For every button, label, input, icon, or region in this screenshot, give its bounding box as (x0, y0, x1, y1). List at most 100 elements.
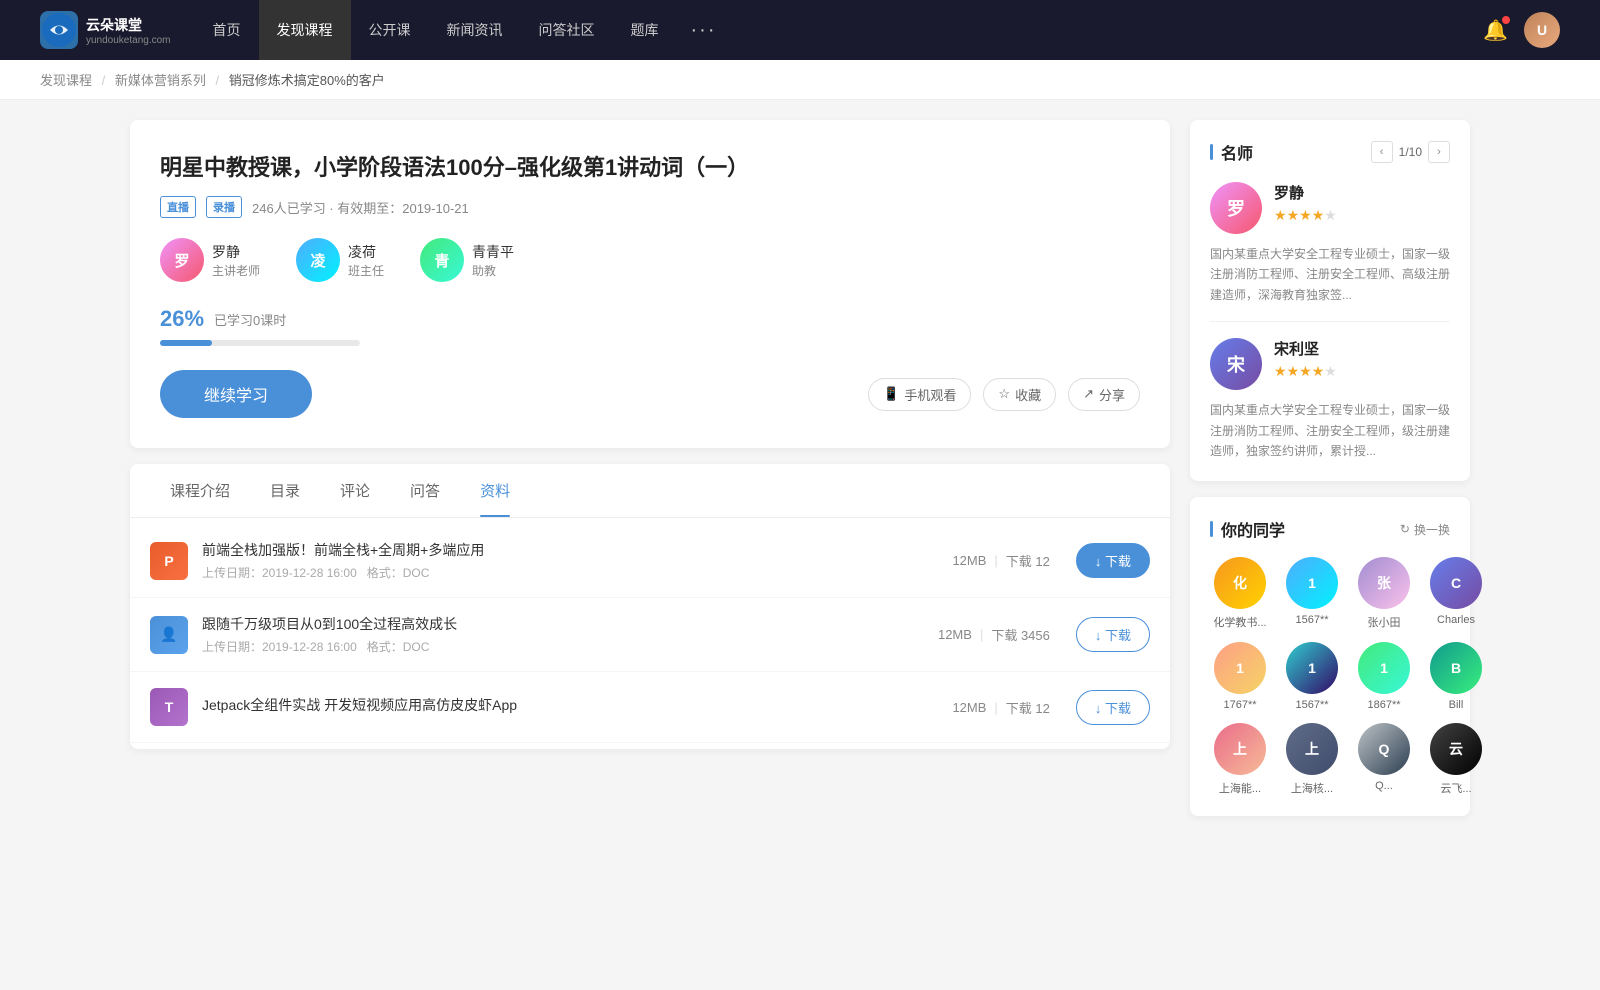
nav-item-4[interactable]: 问答社区 (521, 0, 613, 60)
sidebar-teacher-name-0: 罗静 (1274, 182, 1337, 203)
resource-item-0: P 前端全栈加强版！前端全栈+全周期+多端应用 上传日期：2019-12-28 … (130, 524, 1170, 598)
star-0-2: ★ (1299, 207, 1312, 223)
classmate-avatar-5: 1 (1286, 642, 1338, 694)
collect-label: 收藏 (1015, 385, 1041, 404)
refresh-label: 换一换 (1414, 521, 1450, 538)
teacher-name-1: 凌荷 (348, 242, 384, 262)
user-avatar[interactable]: U (1524, 12, 1560, 48)
sidebar-teacher-stars-0: ★★★★★ (1274, 207, 1337, 224)
sidebar-teacher-1: 宋 宋利坚 ★★★★★ 国内某重点大学安全工程专业硕士，国家一级注册消防工程师、… (1210, 321, 1450, 461)
star-1-0: ★ (1274, 363, 1287, 379)
sidebar-teacher-top-0: 罗 罗静 ★★★★★ (1210, 182, 1450, 234)
classmate-item-4[interactable]: 1 1767** (1210, 642, 1270, 711)
classmate-avatar-6: 1 (1358, 642, 1410, 694)
resource-icon-2: T (150, 688, 188, 726)
breadcrumb-sep-2: / (216, 73, 220, 88)
continue-study-button[interactable]: 继续学习 (160, 370, 312, 418)
tab-item-4[interactable]: 资料 (460, 464, 530, 517)
breadcrumb-link-2[interactable]: 新媒体营销系列 (115, 73, 206, 88)
classmate-item-7[interactable]: B Bill (1426, 642, 1486, 711)
classmate-avatar-7: B (1430, 642, 1482, 694)
resource-stats-2: 12MB | 下载 12 (952, 698, 1049, 717)
classmate-item-11[interactable]: 云 云飞... (1426, 723, 1486, 796)
classmate-name-4: 1767** (1210, 699, 1270, 711)
star-1-1: ★ (1287, 363, 1300, 379)
tab-item-2[interactable]: 评论 (320, 464, 390, 517)
resource-title-2: Jetpack全组件实战 开发短视频应用高仿皮皮虾App (202, 695, 938, 715)
resource-info-2: Jetpack全组件实战 开发短视频应用高仿皮皮虾App (202, 695, 938, 719)
classmate-item-3[interactable]: C Charles (1426, 557, 1486, 630)
mobile-icon: 📱 (883, 386, 899, 402)
logo-icon (40, 11, 78, 49)
teachers-panel-title-text: 名师 (1221, 140, 1253, 164)
classmate-item-9[interactable]: 上 上海核... (1282, 723, 1342, 796)
tabs-header: 课程介绍目录评论问答资料 (130, 464, 1170, 518)
badge-live: 直播 (160, 196, 196, 218)
share-label: 分享 (1099, 385, 1125, 404)
teachers-panel-title: 名师 (1210, 140, 1253, 164)
teachers-page: 1/10 (1399, 145, 1422, 159)
classmates-refresh-btn[interactable]: ↻ 换一换 (1400, 521, 1450, 538)
share-button[interactable]: ↗ 分享 (1068, 378, 1140, 411)
resource-info-1: 跟随千万级项目从0到100全过程高效成长 上传日期：2019-12-28 16:… (202, 614, 924, 655)
classmate-item-6[interactable]: 1 1867** (1354, 642, 1414, 711)
mobile-watch-button[interactable]: 📱 手机观看 (868, 378, 971, 411)
download-button-1[interactable]: ↓ 下载 (1076, 617, 1150, 652)
classmate-name-0: 化学教书... (1210, 614, 1270, 630)
navbar: 云朵课堂 yundouketang.com 首页发现课程公开课新闻资讯问答社区题… (0, 0, 1600, 60)
nav-more[interactable]: ··· (677, 0, 731, 60)
classmate-item-0[interactable]: 化 化学教书... (1210, 557, 1270, 630)
download-button-2[interactable]: ↓ 下载 (1076, 690, 1150, 725)
logo-sub-text: yundouketang.com (86, 35, 171, 46)
classmate-name-9: 上海核... (1282, 780, 1342, 796)
star-0-1: ★ (1287, 207, 1300, 223)
teacher-role-2: 助教 (472, 262, 514, 279)
classmate-name-8: 上海能... (1210, 780, 1270, 796)
classmate-item-2[interactable]: 张 张小田 (1354, 557, 1414, 630)
nav-right: 🔔 U (1483, 12, 1560, 48)
teacher-avatar-1: 凌 (296, 238, 340, 282)
teachers-panel: 名师 ‹ 1/10 › 罗 罗静 ★★★★★ 国内某重点大学安全工程专业硕士，国… (1190, 120, 1470, 481)
classmate-avatar-8: 上 (1214, 723, 1266, 775)
next-button[interactable]: › (1428, 141, 1450, 163)
resource-info-0: 前端全栈加强版！前端全栈+全周期+多端应用 上传日期：2019-12-28 16… (202, 540, 938, 581)
classmate-item-5[interactable]: 1 1567** (1282, 642, 1342, 711)
notification-bell[interactable]: 🔔 (1483, 18, 1508, 43)
classmate-avatar-0: 化 (1214, 557, 1266, 609)
course-meta-text: 246人已学习 · 有效期至：2019-10-21 (252, 198, 469, 217)
nav-item-0[interactable]: 首页 (195, 0, 259, 60)
classmates-panel-title: 你的同学 (1210, 517, 1285, 541)
nav-item-5[interactable]: 题库 (613, 0, 677, 60)
course-title: 明星中教授课，小学阶段语法100分–强化级第1讲动词（一） (160, 150, 1140, 182)
classmates-panel-header: 你的同学 ↻ 换一换 (1210, 517, 1450, 541)
sidebar-teacher-avatar-0: 罗 (1210, 182, 1262, 234)
classmate-name-11: 云飞... (1426, 780, 1486, 796)
title-bar (1210, 144, 1213, 160)
tab-item-3[interactable]: 问答 (390, 464, 460, 517)
teacher-name-0: 罗静 (212, 242, 260, 262)
collect-button[interactable]: ☆ 收藏 (983, 378, 1056, 411)
classmate-avatar-2: 张 (1358, 557, 1410, 609)
classmate-item-1[interactable]: 1 1567** (1282, 557, 1342, 630)
nav-item-3[interactable]: 新闻资讯 (429, 0, 521, 60)
teachers-row: 罗 罗静 主讲老师 凌 凌荷 班主任 青 青青平 助教 (160, 238, 1140, 282)
breadcrumb-link-1[interactable]: 发现课程 (40, 73, 92, 88)
sidebar-teacher-name-1: 宋利坚 (1274, 338, 1337, 359)
classmate-name-2: 张小田 (1354, 614, 1414, 630)
classmate-item-10[interactable]: Q Q... (1354, 723, 1414, 796)
prev-button[interactable]: ‹ (1371, 141, 1393, 163)
logo[interactable]: 云朵课堂 yundouketang.com (40, 11, 171, 49)
resource-title-1: 跟随千万级项目从0到100全过程高效成长 (202, 614, 924, 634)
classmate-item-8[interactable]: 上 上海能... (1210, 723, 1270, 796)
course-actions-row: 继续学习 📱 手机观看 ☆ 收藏 ↗ 分享 (160, 370, 1140, 418)
tab-item-1[interactable]: 目录 (250, 464, 320, 517)
tab-item-0[interactable]: 课程介绍 (150, 464, 250, 517)
nav-item-1[interactable]: 发现课程 (259, 0, 351, 60)
nav-item-2[interactable]: 公开课 (351, 0, 429, 60)
sidebar-teacher-desc-1: 国内某重点大学安全工程专业硕士，国家一级注册消防工程师、注册安全工程师，级注册建… (1210, 400, 1450, 461)
progress-pct: 26% (160, 306, 204, 332)
breadcrumb-current: 销冠修炼术搞定80%的客户 (229, 73, 385, 88)
sidebar-teacher-top-1: 宋 宋利坚 ★★★★★ (1210, 338, 1450, 390)
download-button-0[interactable]: ↓ 下载 (1076, 543, 1150, 578)
sidebar-teacher-desc-0: 国内某重点大学安全工程专业硕士，国家一级注册消防工程师、注册安全工程师、高级注册… (1210, 244, 1450, 305)
